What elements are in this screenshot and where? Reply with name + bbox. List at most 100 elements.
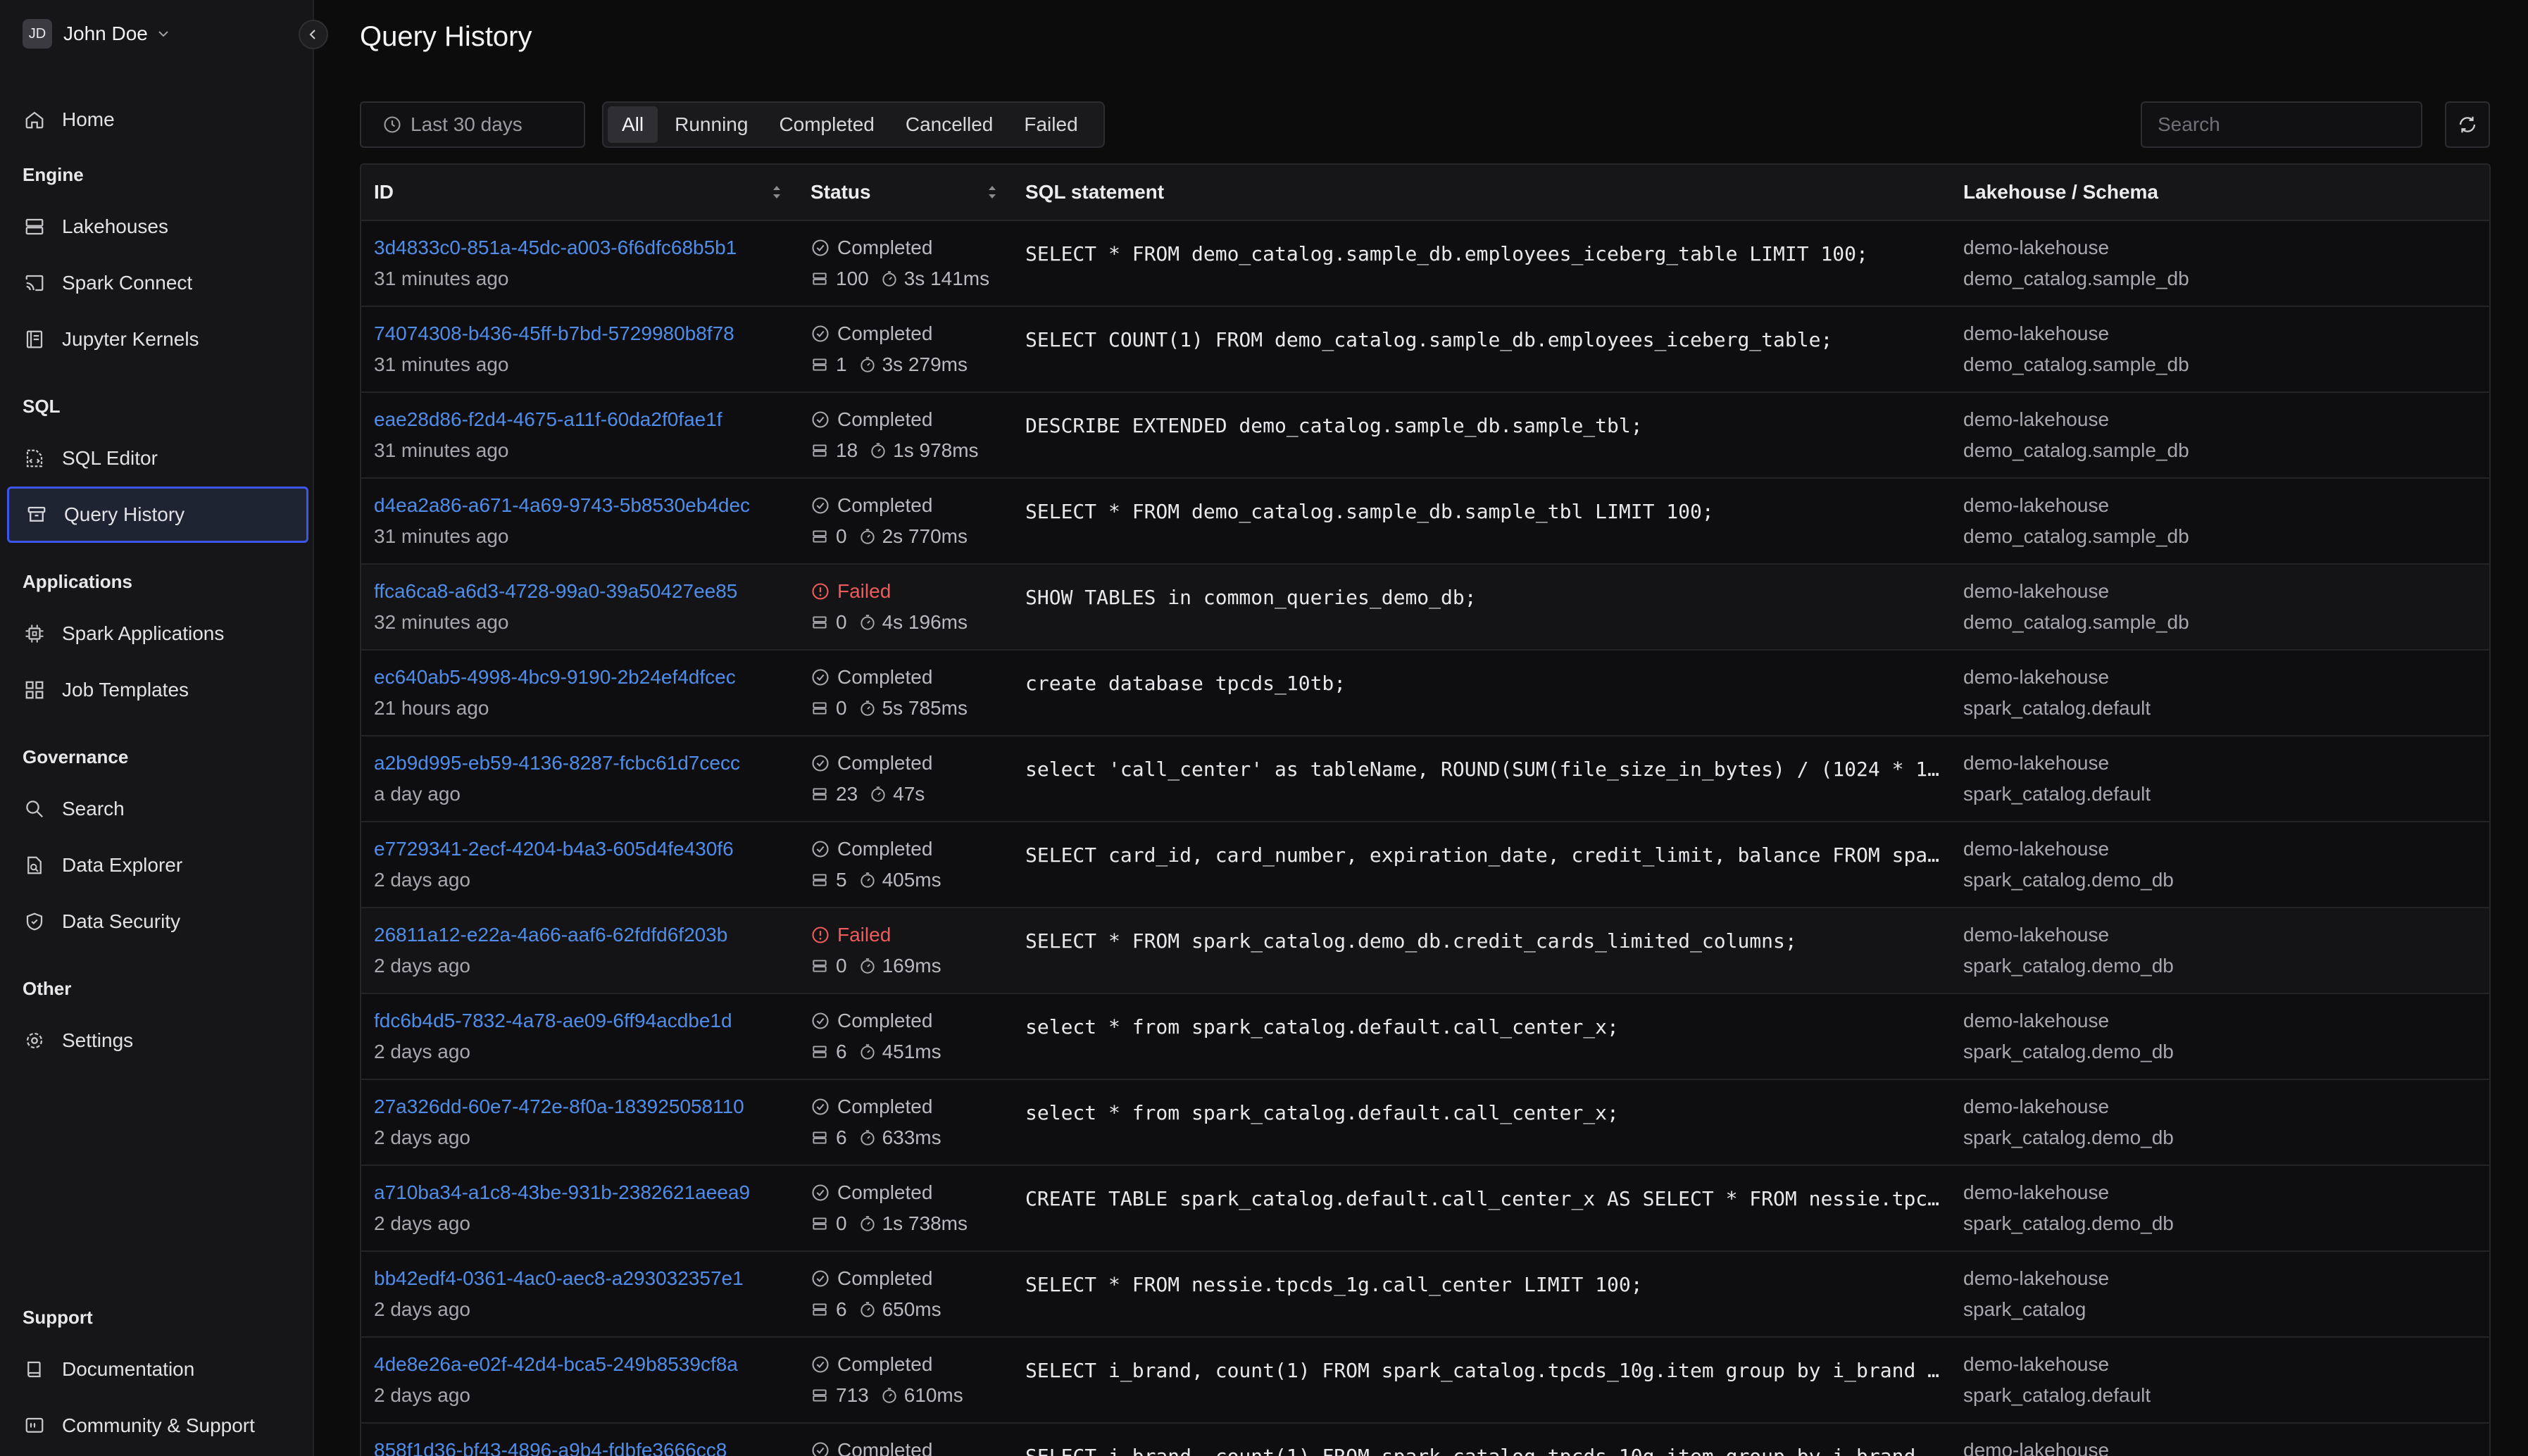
query-age: 2 days ago xyxy=(374,869,470,891)
sidebar-item-spark-applications[interactable]: Spark Applications xyxy=(7,605,308,662)
table-row[interactable]: 858f1d36-bf43-4896-a9b4-fdbfe3666cc82 da… xyxy=(361,1424,2489,1456)
table-row[interactable]: d4ea2a86-a671-4a69-9743-5b8530eb4dec 31 m… xyxy=(361,479,2489,565)
tab-cancelled[interactable]: Cancelled xyxy=(891,106,1008,143)
sidebar-item-community-support[interactable]: Community & Support xyxy=(7,1398,308,1454)
rows-icon xyxy=(813,874,827,886)
section-engine: Engine xyxy=(23,164,84,185)
schema-name: demo_catalog.sample_db xyxy=(1963,439,2189,461)
duration: 610ms xyxy=(903,1384,963,1406)
query-id-link[interactable]: ec640ab5-4998-4bc9-9190-2b24ef4dfcec xyxy=(374,666,736,689)
sidebar-item-job-templates[interactable]: Job Templates xyxy=(7,662,308,718)
sort-icon[interactable] xyxy=(985,182,999,203)
check-circle-icon xyxy=(812,1098,829,1115)
date-range-picker[interactable]: Last 30 days xyxy=(360,101,585,148)
column-header-lakehouse: Lakehouse / Schema xyxy=(1963,181,2159,203)
table-row[interactable]: bb42edf4-0361-4ac0-aec8-a293032357e1 2 da… xyxy=(361,1252,2489,1338)
tab-completed[interactable]: Completed xyxy=(765,106,888,143)
query-id-link[interactable]: eae28d86-f2d4-4675-a11f-60da2f0fae1f xyxy=(374,408,722,431)
query-id-link[interactable]: e7729341-2ecf-4204-b4a3-605d4fe430f6 xyxy=(374,838,734,860)
sidebar-item-home[interactable]: Home xyxy=(7,92,308,148)
sidebar-item-data-security[interactable]: Data Security xyxy=(7,893,308,950)
query-age: 2 days ago xyxy=(374,1384,470,1406)
status-badge: Completed xyxy=(811,322,932,345)
tab-running[interactable]: Running xyxy=(661,106,762,143)
query-id-link[interactable]: ffca6ca8-a6d3-4728-99a0-39a50427ee85 xyxy=(374,580,737,603)
sql-statement: select 'call_center' as tableName, ROUND… xyxy=(1025,758,1940,781)
query-id-link[interactable]: a710ba34-a1c8-43be-931b-2382621aeea9 xyxy=(374,1181,750,1204)
table-row[interactable]: eae28d86-f2d4-4675-a11f-60da2f0fae1f 31 m… xyxy=(361,393,2489,479)
query-id-link[interactable]: 74074308-b436-45ff-b7bd-5729980b8f78 xyxy=(374,322,734,345)
sidebar-item-data-explorer[interactable]: Data Explorer xyxy=(7,837,308,893)
sidebar-item-jupyter-kernels[interactable]: Jupyter Kernels xyxy=(7,311,308,368)
clock-icon xyxy=(384,116,401,133)
check-circle-icon xyxy=(812,755,829,772)
sql-statement: select * from spark_catalog.default.call… xyxy=(1025,1101,1619,1124)
sidebar-item-query-history[interactable]: Query History xyxy=(7,487,308,543)
table-row[interactable]: fdc6b4d5-7832-4a78-ae09-6ff94acdbe1d 2 da… xyxy=(361,994,2489,1080)
book-icon xyxy=(27,1361,41,1378)
table-row[interactable]: e7729341-2ecf-4204-b4a3-605d4fe430f6 2 da… xyxy=(361,822,2489,908)
status-text: Completed xyxy=(837,1267,933,1289)
tab-failed[interactable]: Failed xyxy=(1010,106,1091,143)
status-badge: Completed xyxy=(811,1267,932,1290)
query-id-link[interactable]: 4de8e26a-e02f-42d4-bca5-249b8539cf8a xyxy=(374,1353,738,1376)
check-circle-icon xyxy=(812,1442,829,1456)
query-id-link[interactable]: 26811a12-e22a-4a66-aaf6-62fdfd6f203b xyxy=(374,924,727,946)
chevron-left-icon xyxy=(309,30,315,39)
table-row[interactable]: ffca6ca8-a6d3-4728-99a0-39a50427ee85 32 m… xyxy=(361,565,2489,651)
sidebar-item-spark-connect[interactable]: Spark Connect xyxy=(7,255,308,311)
lakehouse-name: demo-lakehouse xyxy=(1963,752,2110,774)
tab-all[interactable]: All xyxy=(608,106,658,143)
sql-statement: SELECT COUNT(1) FROM demo_catalog.sample… xyxy=(1025,328,1833,351)
query-id-link[interactable]: 858f1d36-bf43-4896-a9b4-fdbfe3666cc8 xyxy=(374,1439,727,1456)
schema-name: spark_catalog xyxy=(1963,1298,2086,1320)
duration: 650ms xyxy=(882,1298,941,1320)
table-row[interactable]: ec640ab5-4998-4bc9-9190-2b24ef4dfcec 21 h… xyxy=(361,651,2489,736)
timer-icon xyxy=(860,1302,875,1317)
query-id-link[interactable]: 27a326dd-60e7-472e-8f0a-183925058110 xyxy=(374,1096,744,1118)
sql-statement: SELECT * FROM nessie.tpcds_1g.call_cente… xyxy=(1025,1273,1643,1296)
table-row[interactable]: a710ba34-a1c8-43be-931b-2382621aeea9 2 da… xyxy=(361,1166,2489,1252)
section-governance: Governance xyxy=(23,746,129,767)
sidebar-item-lakehouses[interactable]: Lakehouses xyxy=(7,199,308,255)
sidebar-item-settings[interactable]: Settings xyxy=(7,1012,308,1069)
status-badge: Completed xyxy=(811,1096,932,1118)
refresh-button[interactable] xyxy=(2445,101,2490,148)
query-age: 31 minutes ago xyxy=(374,525,509,547)
rows-icon xyxy=(813,530,827,543)
rows-icon xyxy=(813,1389,827,1402)
query-id-link[interactable]: fdc6b4d5-7832-4a78-ae09-6ff94acdbe1d xyxy=(374,1010,732,1032)
status-text: Completed xyxy=(837,1010,933,1031)
query-history-table: ID Status SQL statement Lakehouse / Sche… xyxy=(360,163,2491,1456)
status-text: Completed xyxy=(837,666,933,688)
query-id-link[interactable]: bb42edf4-0361-4ac0-aec8-a293032357e1 xyxy=(374,1267,744,1290)
query-id-link[interactable]: d4ea2a86-a671-4a69-9743-5b8530eb4dec xyxy=(374,494,750,517)
status-text: Completed xyxy=(837,1181,933,1203)
status-text: Completed xyxy=(837,752,933,774)
query-id-link[interactable]: a2b9d995-eb59-4136-8287-fcbc61d7cecc xyxy=(374,752,740,774)
collapse-sidebar-button[interactable] xyxy=(299,20,328,49)
timer-icon xyxy=(860,1044,875,1060)
table-row[interactable]: 27a326dd-60e7-472e-8f0a-183925058110 2 da… xyxy=(361,1080,2489,1166)
user-menu[interactable]: JD John Doe xyxy=(23,18,170,49)
schema-name: spark_catalog.default xyxy=(1963,697,2151,719)
sql-statement: SELECT card_id, card_number, expiration_… xyxy=(1025,843,1940,867)
sidebar-item-documentation[interactable]: Documentation xyxy=(7,1341,308,1398)
search-input[interactable] xyxy=(2141,101,2422,148)
gear-icon xyxy=(26,1032,43,1049)
table-row[interactable]: a2b9d995-eb59-4136-8287-fcbc61d7cecc a da… xyxy=(361,736,2489,822)
table-row[interactable]: 74074308-b436-45ff-b7bd-5729980b8f78 31 m… xyxy=(361,307,2489,393)
table-row[interactable]: 3d4833c0-851a-45dc-a003-6f6dfc68b5b1 31 m… xyxy=(361,221,2489,307)
query-id-link[interactable]: 3d4833c0-851a-45dc-a003-6f6dfc68b5b1 xyxy=(374,237,737,259)
table-row[interactable]: 4de8e26a-e02f-42d4-bca5-249b8539cf8a 2 da… xyxy=(361,1338,2489,1424)
duration: 4s 196ms xyxy=(882,611,968,633)
rows-icon xyxy=(813,272,827,285)
sidebar-item-sql-editor[interactable]: SQL Editor xyxy=(7,430,308,487)
column-header-id[interactable]: ID xyxy=(374,165,394,220)
table-row[interactable]: 26811a12-e22a-4a66-aaf6-62fdfd6f203b 2 da… xyxy=(361,908,2489,994)
timer-icon xyxy=(860,615,875,630)
sort-icon[interactable] xyxy=(770,182,784,203)
query-metrics: 23 47s xyxy=(811,783,925,805)
sidebar-item-search[interactable]: Search xyxy=(7,781,308,837)
column-header-status[interactable]: Status xyxy=(811,165,871,220)
